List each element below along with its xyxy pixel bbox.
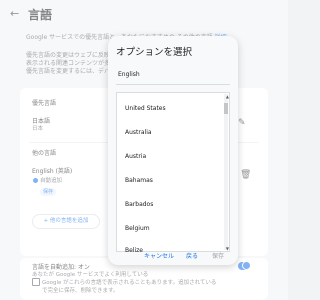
country-listbox[interactable]: United States Australia Austria Bahamas … bbox=[116, 92, 230, 254]
option-barbados[interactable]: Barbados bbox=[125, 201, 153, 208]
option-belize[interactable]: Belize bbox=[125, 247, 143, 254]
scroll-up-arrow-icon[interactable]: ▲ bbox=[226, 94, 229, 99]
scrollbar-thumb[interactable] bbox=[224, 103, 228, 114]
selected-language: English bbox=[118, 71, 140, 78]
dialog-title: オプションを選択 bbox=[116, 47, 193, 58]
cancel-button[interactable]: キャンセル bbox=[144, 251, 174, 260]
option-united-states[interactable]: United States bbox=[125, 105, 166, 112]
dialog-divider bbox=[116, 84, 230, 85]
option-austria[interactable]: Austria bbox=[125, 153, 146, 160]
select-option-dialog: オプションを選択 English United States Australia… bbox=[108, 36, 238, 265]
back-button[interactable]: 戻る bbox=[186, 251, 198, 260]
list-scrollbar[interactable] bbox=[224, 94, 228, 250]
option-bahamas[interactable]: Bahamas bbox=[125, 177, 153, 184]
save-button[interactable]: 保存 bbox=[212, 251, 224, 260]
scroll-down-arrow-icon[interactable]: ▼ bbox=[226, 246, 229, 251]
option-australia[interactable]: Australia bbox=[125, 129, 152, 136]
option-belgium[interactable]: Belgium bbox=[125, 225, 150, 232]
